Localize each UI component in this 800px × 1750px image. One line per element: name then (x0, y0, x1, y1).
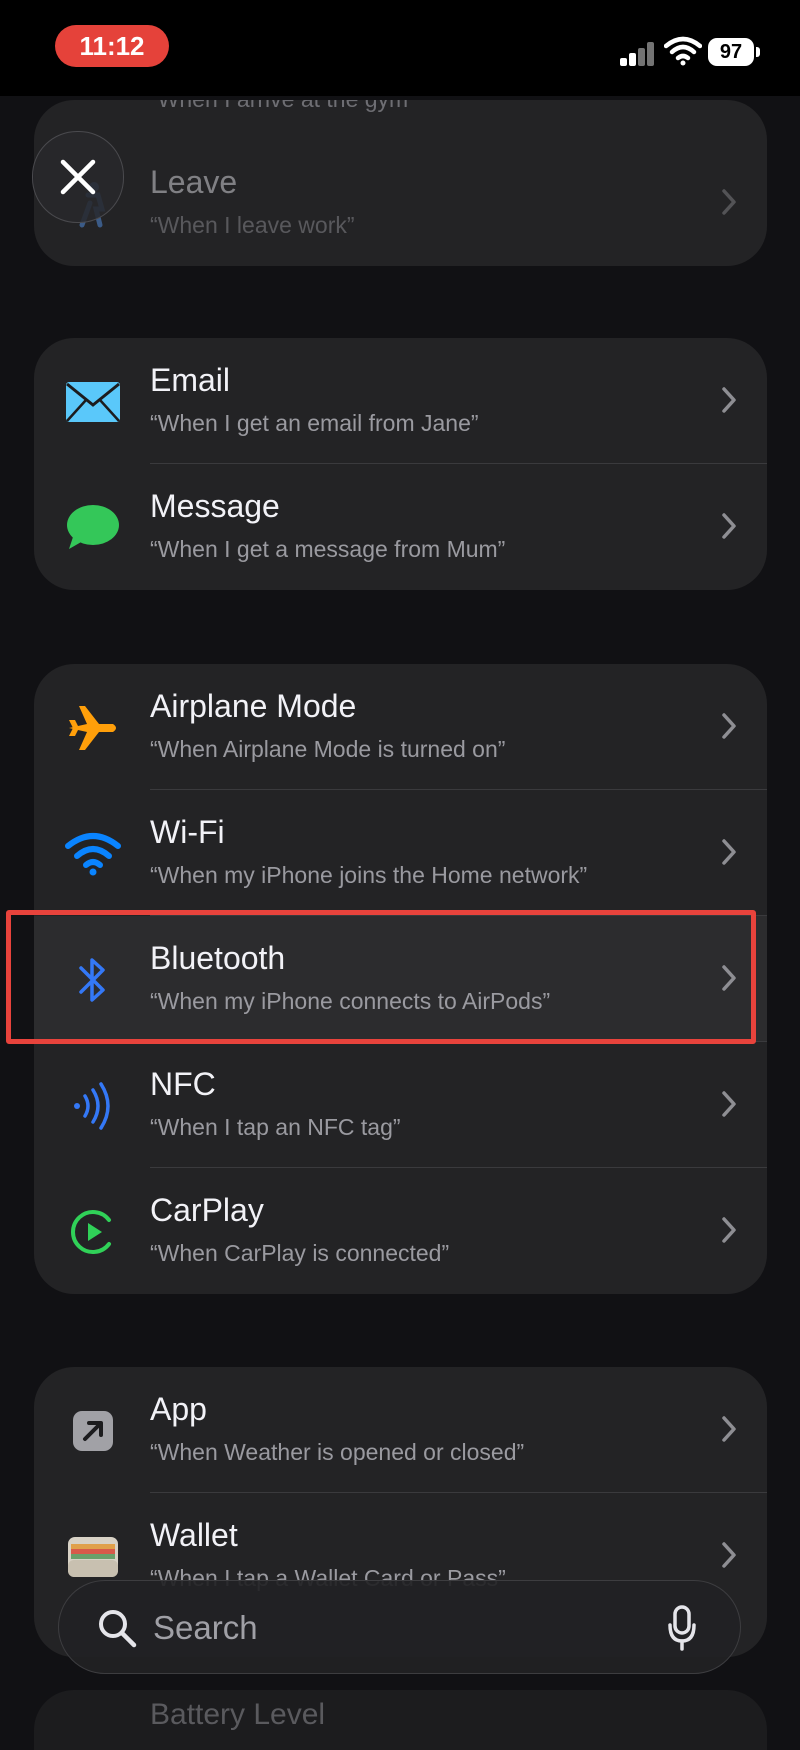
close-icon (60, 159, 96, 195)
airplane-mode-row[interactable]: Airplane Mode “When Airplane Mode is tur… (34, 664, 767, 790)
chevron-right-icon (722, 1542, 736, 1568)
nfc-icon (62, 1075, 124, 1137)
carplay-row[interactable]: CarPlay “When CarPlay is connected” (34, 1168, 767, 1294)
airplane-mode-title: Airplane Mode (150, 688, 357, 724)
carplay-subtitle: “When CarPlay is connected” (150, 1240, 450, 1266)
chevron-right-icon (722, 513, 736, 539)
wallet-title: Wallet (150, 1517, 238, 1553)
carplay-title: CarPlay (150, 1192, 264, 1228)
wallet-icon (62, 1526, 124, 1588)
arrive-row-peek: “When I arrive at the gym” (150, 100, 416, 113)
battery-level-peek-title: Battery Level (150, 1698, 326, 1731)
wifi-subtitle: “When my iPhone joins the Home network” (150, 862, 588, 888)
app-subtitle: “When Weather is opened or closed” (150, 1439, 525, 1465)
leave-subtitle: “When I leave work” (150, 212, 355, 238)
chevron-right-icon (722, 189, 736, 215)
chevron-right-icon (722, 1416, 736, 1442)
bluetooth-highlight (6, 910, 756, 1044)
battery-level: 97 (708, 38, 754, 66)
wifi-icon (62, 823, 124, 885)
email-row[interactable]: Email “When I get an email from Jane” (34, 338, 767, 464)
chevron-right-icon (722, 387, 736, 413)
microphone-icon[interactable] (667, 1605, 697, 1651)
wifi-title: Wi-Fi (150, 814, 225, 850)
communication-group: Email “When I get an email from Jane” Me… (34, 338, 767, 590)
battery-level-group-peek: Battery Level (34, 1690, 767, 1750)
leave-row[interactable]: Leave “When I leave work” (34, 140, 767, 266)
close-button[interactable] (32, 131, 124, 223)
location-group: “When I arrive at the gym” Leave “When I… (34, 100, 767, 266)
search-input[interactable] (151, 1599, 635, 1657)
search-icon (99, 1610, 137, 1648)
leave-title: Leave (150, 164, 238, 200)
nfc-title: NFC (150, 1066, 216, 1102)
status-time: 11:12 (55, 25, 169, 67)
nfc-row[interactable]: NFC “When I tap an NFC tag” (34, 1042, 767, 1168)
chevron-right-icon (722, 1091, 736, 1117)
app-row[interactable]: App “When Weather is opened or closed” (34, 1367, 767, 1493)
chevron-right-icon (722, 713, 736, 739)
battery-icon: 97 (708, 38, 760, 66)
wifi-row[interactable]: Wi-Fi “When my iPhone joins the Home net… (34, 790, 767, 916)
nfc-subtitle: “When I tap an NFC tag” (150, 1114, 401, 1140)
message-row[interactable]: Message “When I get a message from Mum” (34, 464, 767, 590)
email-subtitle: “When I get an email from Jane” (150, 410, 479, 436)
carplay-icon (62, 1201, 124, 1263)
email-title: Email (150, 362, 231, 398)
message-title: Message (150, 488, 280, 524)
app-title: App (150, 1391, 207, 1427)
message-subtitle: “When I get a message from Mum” (150, 536, 506, 562)
search-bar[interactable] (58, 1580, 741, 1674)
envelope-icon (62, 371, 124, 433)
chevron-right-icon (722, 1217, 736, 1243)
wifi-status-icon (664, 36, 702, 66)
chevron-right-icon (722, 839, 736, 865)
airplane-icon (62, 697, 124, 759)
cellular-signal-icon (620, 42, 656, 66)
app-arrow-icon (62, 1400, 124, 1462)
message-bubble-icon (62, 497, 124, 559)
airplane-mode-subtitle: “When Airplane Mode is turned on” (150, 736, 506, 762)
status-bar: 11:12 97 (0, 0, 800, 96)
